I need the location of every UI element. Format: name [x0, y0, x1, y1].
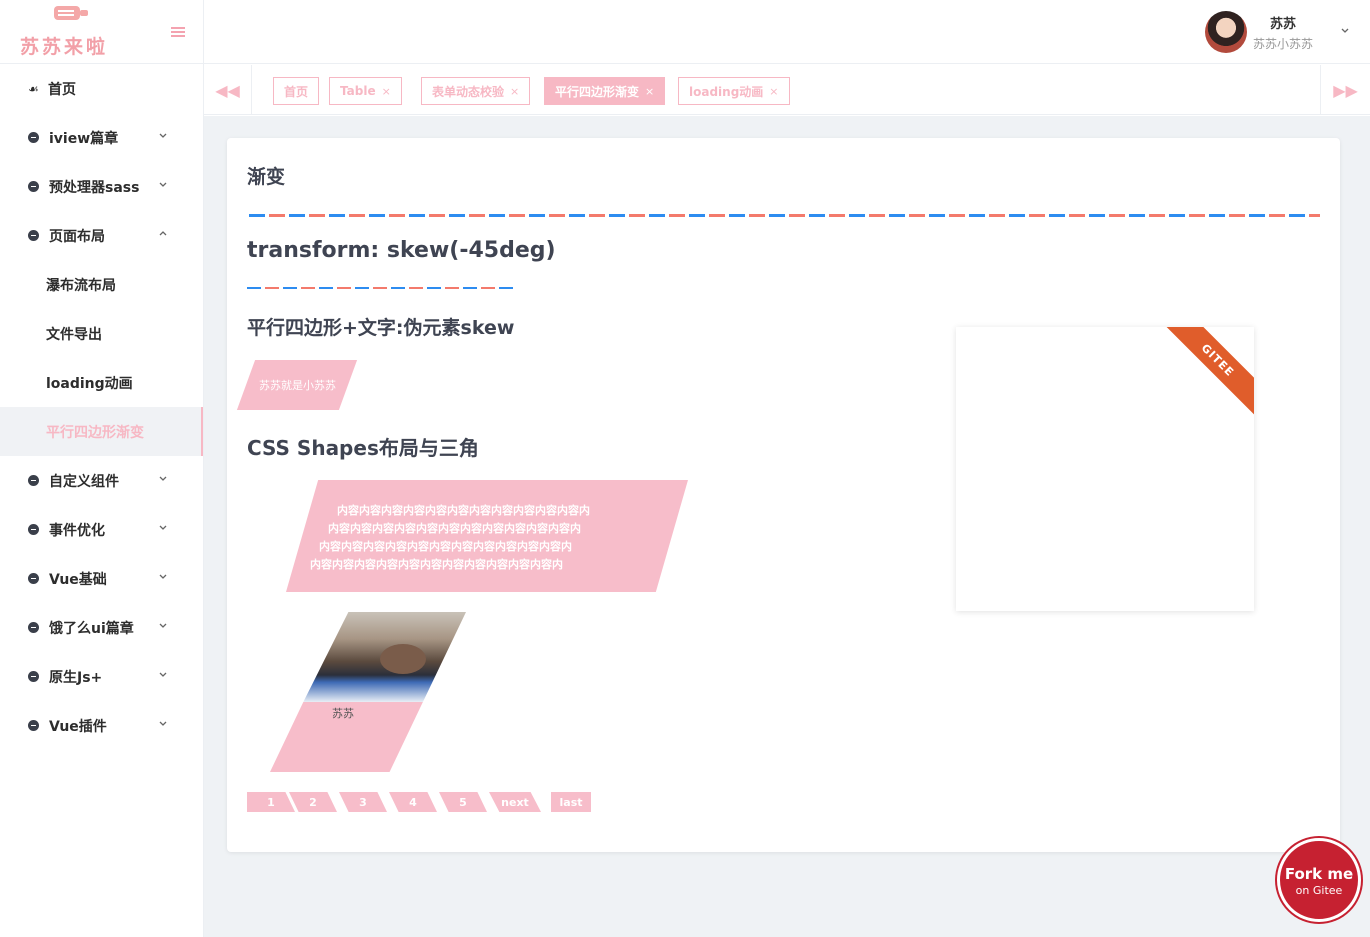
gitee-ribbon-card: GITEE — [956, 327, 1254, 611]
menu-toggle-icon[interactable] — [171, 27, 185, 37]
photo-caption-band — [270, 702, 423, 772]
sidebar: 苏苏来啦 ☙ 首页 iview篇章 预处理器sass 页面布局 瀑布流布局 文件… — [0, 0, 204, 937]
sidebar-item-label: 首页 — [48, 81, 76, 98]
skew-button[interactable]: 苏苏就是小苏苏 — [236, 360, 358, 410]
bullet-icon — [28, 622, 39, 633]
tabs-scroll-left-icon[interactable]: ◀◀ — [204, 65, 252, 115]
tab-label: 首页 — [284, 84, 309, 99]
bullet-icon — [28, 475, 39, 486]
gradient-dashed-line-short — [247, 287, 515, 289]
section-title-shapes: CSS Shapes布局与三角 — [247, 436, 479, 460]
close-icon[interactable]: × — [645, 85, 654, 98]
bullet-icon — [28, 671, 39, 682]
sidebar-subitem-parallelogram[interactable]: 平行四边形渐变 — [0, 407, 203, 456]
sidebar-item-label: 页面布局 — [49, 228, 105, 245]
sidebar-item-home[interactable]: ☙ 首页 — [0, 64, 203, 113]
fork-me-line2: on Gitee — [1295, 884, 1343, 897]
shapes-text-line: 内容内容内容内容内容内容内容内容内容内容内容内 — [319, 540, 572, 553]
chevron-down-icon — [159, 672, 167, 677]
sidebar-item-label: 预处理器sass — [49, 179, 140, 196]
sidebar-item-label: 事件优化 — [49, 522, 105, 539]
sidebar-subitem-waterfall[interactable]: 瀑布流布局 — [0, 260, 203, 309]
sidebar-item-events[interactable]: 事件优化 — [0, 505, 203, 554]
tab-label: loading动画 — [689, 84, 764, 99]
shapes-text-block: 内容内容内容内容内容内容内容内容内容内容内容内 内容内容内容内容内容内容内容内容… — [286, 480, 688, 592]
avatar[interactable] — [1205, 11, 1247, 53]
shapes-text-line: 内容内容内容内容内容内容内容内容内容内容内容内 — [310, 558, 563, 571]
sidebar-item-custom-components[interactable]: 自定义组件 — [0, 456, 203, 505]
logo-cup-icon — [54, 6, 88, 20]
sidebar-item-native-js[interactable]: 原生Js+ — [0, 652, 203, 701]
section-title-parallelogram: 平行四边形+文字:伪元素skew — [247, 317, 515, 339]
shapes-text-line: 内容内容内容内容内容内容内容内容内容内容内容内 — [337, 504, 590, 517]
user-subtitle: 苏苏小苏苏 — [1253, 37, 1314, 51]
chevron-down-icon — [159, 721, 167, 726]
chevron-down-icon — [159, 525, 167, 530]
bullet-icon — [28, 524, 39, 535]
skew-button-label: 苏苏就是小苏苏 — [258, 379, 336, 392]
shapes-text-line: 内容内容内容内容内容内容内容内容内容内容内容内 — [328, 522, 581, 535]
sidebar-item-label: Vue插件 — [49, 718, 107, 735]
close-icon[interactable]: × — [382, 85, 391, 98]
gradient-dashed-line — [249, 214, 1320, 217]
sidebar-item-layout[interactable]: 页面布局 — [0, 211, 203, 260]
sidebar-item-label: Vue基础 — [49, 571, 107, 588]
close-icon[interactable]: × — [510, 85, 519, 98]
logo-area: 苏苏来啦 — [0, 0, 203, 64]
photo-image — [303, 612, 466, 702]
chevron-down-icon — [159, 182, 167, 187]
photo-caption: 苏苏 — [332, 707, 354, 720]
bullet-icon — [28, 720, 39, 731]
chevron-down-icon — [159, 623, 167, 628]
chevron-up-icon — [159, 231, 167, 236]
chevron-down-icon — [159, 133, 167, 138]
page-button-last[interactable]: last — [551, 792, 591, 812]
chevron-down-icon — [159, 476, 167, 481]
sidebar-item-label: 原生Js+ — [49, 669, 103, 686]
user-name[interactable]: 苏苏 — [1270, 13, 1296, 32]
tab-label: 表单动态校验 — [432, 84, 505, 99]
sidebar-item-label: 饿了么ui篇章 — [49, 620, 134, 637]
tabs-bar: ◀◀ 首页 Table × 表单动态校验 × 平行四边形渐变 × loading… — [204, 65, 1370, 115]
tab-table[interactable]: Table × — [329, 77, 402, 105]
tab-label: Table — [340, 84, 376, 98]
tab-parallelogram[interactable]: 平行四边形渐变 × — [544, 77, 666, 105]
photo-card: 苏苏 — [270, 612, 466, 772]
sidebar-menu: ☙ 首页 iview篇章 预处理器sass 页面布局 瀑布流布局 文件导出 lo… — [0, 64, 203, 750]
sidebar-item-sass[interactable]: 预处理器sass — [0, 162, 203, 211]
tab-home[interactable]: 首页 — [273, 77, 320, 105]
tab-label: 平行四边形渐变 — [555, 84, 640, 99]
sidebar-item-label: iview篇章 — [49, 130, 119, 147]
sidebar-item-vue-plugins[interactable]: Vue插件 — [0, 701, 203, 750]
tab-loading[interactable]: loading动画 × — [678, 77, 790, 105]
close-icon[interactable]: × — [769, 85, 778, 98]
paw-icon: ☙ — [28, 81, 39, 96]
section-title-gradient: 渐变 — [247, 166, 286, 188]
chevron-down-icon — [159, 574, 167, 579]
sidebar-subitem-loading[interactable]: loading动画 — [0, 358, 203, 407]
sidebar-item-vue-basics[interactable]: Vue基础 — [0, 554, 203, 603]
chevron-down-icon[interactable] — [1340, 26, 1350, 36]
bullet-icon — [28, 132, 39, 143]
fork-me-line1: Fork me — [1284, 865, 1354, 883]
gitee-ribbon[interactable]: GITEE — [1159, 327, 1254, 419]
sidebar-item-iview[interactable]: iview篇章 — [0, 113, 203, 162]
bullet-icon — [28, 181, 39, 192]
bullet-icon — [28, 573, 39, 584]
sidebar-subitem-export[interactable]: 文件导出 — [0, 309, 203, 358]
fork-me-badge[interactable]: Fork me on Gitee — [1277, 838, 1361, 922]
logo-text: 苏苏来啦 — [20, 36, 109, 58]
bullet-icon — [28, 230, 39, 241]
section-title-skew: transform: skew(-45deg) — [247, 238, 556, 263]
top-header: 苏苏 苏苏小苏苏 — [204, 0, 1370, 64]
tabs-scroll-right-icon[interactable]: ▶▶ — [1320, 65, 1370, 115]
tab-form-validation[interactable]: 表单动态校验 × — [421, 77, 531, 105]
photo-subject — [380, 644, 426, 674]
sidebar-item-element-ui[interactable]: 饿了么ui篇章 — [0, 603, 203, 652]
sidebar-item-label: 自定义组件 — [49, 473, 119, 490]
